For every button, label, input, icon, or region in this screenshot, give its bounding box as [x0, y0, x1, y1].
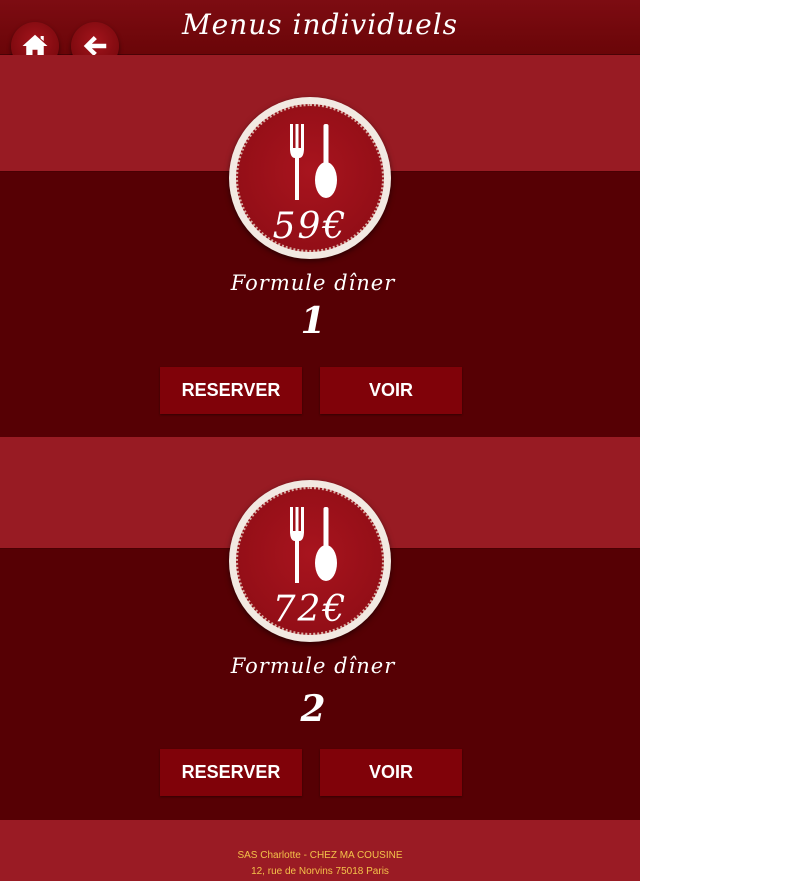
app-screen: Menus individuels 59€ Formule dîner 1 RE…: [0, 0, 640, 881]
price-badge-2: 72€: [229, 480, 391, 642]
menu-number-1: 1: [300, 300, 326, 342]
view-button-2[interactable]: VOIR: [320, 749, 462, 796]
view-button-1[interactable]: VOIR: [320, 367, 462, 414]
footer-address: 12, rue de Norvins 75018 Paris: [251, 866, 389, 877]
price-label-1: 59€: [272, 206, 348, 247]
footer-company: SAS Charlotte - CHEZ MA COUSINE: [237, 850, 403, 861]
menu-number-2: 2: [300, 688, 326, 730]
footer: SAS Charlotte - CHEZ MA COUSINE 12, rue …: [0, 820, 640, 881]
menu-title-2: Formule dîner: [230, 654, 396, 678]
price-badge-1: 59€: [229, 97, 391, 259]
price-label-2: 72€: [272, 589, 348, 630]
reserve-button-2[interactable]: RESERVER: [160, 749, 302, 796]
menu-title-1: Formule dîner: [230, 271, 396, 295]
cutlery-icon: [290, 124, 337, 200]
cutlery-icon: [290, 507, 337, 583]
reserve-button-1[interactable]: RESERVER: [160, 367, 302, 414]
